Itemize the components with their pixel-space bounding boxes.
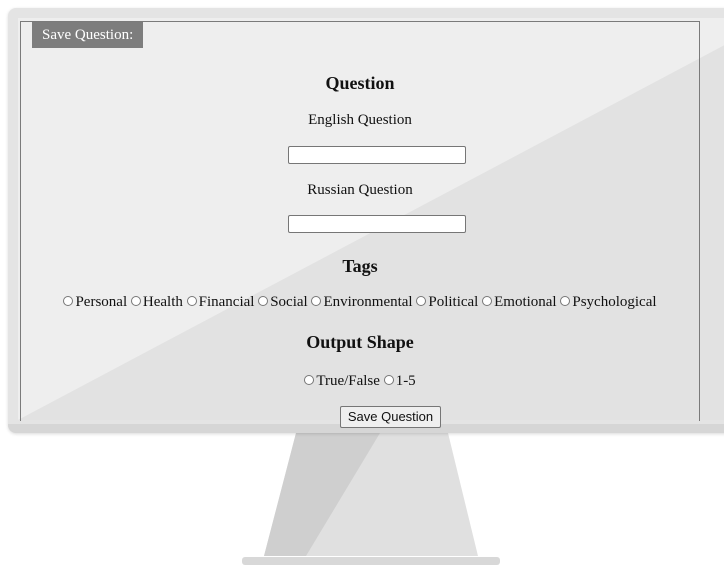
radio-icon[interactable]: [482, 296, 493, 306]
tag-label: Emotional: [494, 294, 557, 310]
output-label: 1-5: [395, 373, 416, 389]
output-shape-heading: Output Shape: [306, 332, 414, 352]
output-option-1-5[interactable]: 1-5: [383, 373, 416, 390]
tags-heading: Tags: [342, 256, 378, 276]
russian-question-label: Russian Question: [307, 182, 413, 198]
radio-icon[interactable]: [130, 296, 141, 306]
english-question-label: English Question: [308, 112, 412, 128]
tag-option-financial[interactable]: Financial: [186, 294, 255, 311]
radio-icon[interactable]: [311, 296, 322, 306]
tag-option-social[interactable]: Social: [258, 294, 308, 311]
radio-icon[interactable]: [63, 296, 74, 306]
output-option-true-false[interactable]: True/False: [304, 373, 380, 390]
save-question-button[interactable]: Save Question: [340, 406, 441, 428]
tag-option-environmental[interactable]: Environmental: [311, 294, 413, 311]
tag-label: Psychological: [572, 294, 657, 310]
tag-label: Health: [142, 294, 183, 310]
tag-option-personal[interactable]: Personal: [63, 294, 127, 311]
tag-label: Social: [270, 294, 308, 310]
tag-option-psychological[interactable]: Psychological: [560, 294, 657, 311]
tags-radio-group: Personal Health Financial Social Environ…: [20, 294, 700, 311]
radio-icon[interactable]: [304, 375, 315, 385]
tag-option-health[interactable]: Health: [130, 294, 183, 311]
english-question-input[interactable]: [288, 146, 466, 164]
tag-label: Personal: [75, 294, 128, 310]
output-label: True/False: [316, 373, 380, 389]
question-heading: Question: [325, 73, 395, 93]
tag-option-political[interactable]: Political: [416, 294, 478, 311]
tag-label: Environmental: [323, 294, 413, 310]
output-shape-radio-group: True/False 1-5: [20, 373, 700, 390]
russian-question-input[interactable]: [288, 215, 466, 233]
radio-icon[interactable]: [383, 375, 394, 385]
radio-icon[interactable]: [560, 296, 571, 306]
scene: Save Question: Question English Question…: [0, 0, 724, 565]
radio-icon[interactable]: [258, 296, 269, 306]
fieldset-legend: Save Question:: [32, 22, 144, 48]
tag-label: Political: [428, 294, 479, 310]
radio-icon[interactable]: [186, 296, 197, 306]
radio-icon[interactable]: [416, 296, 427, 306]
tag-option-emotional[interactable]: Emotional: [482, 294, 557, 311]
tag-label: Financial: [198, 294, 255, 310]
